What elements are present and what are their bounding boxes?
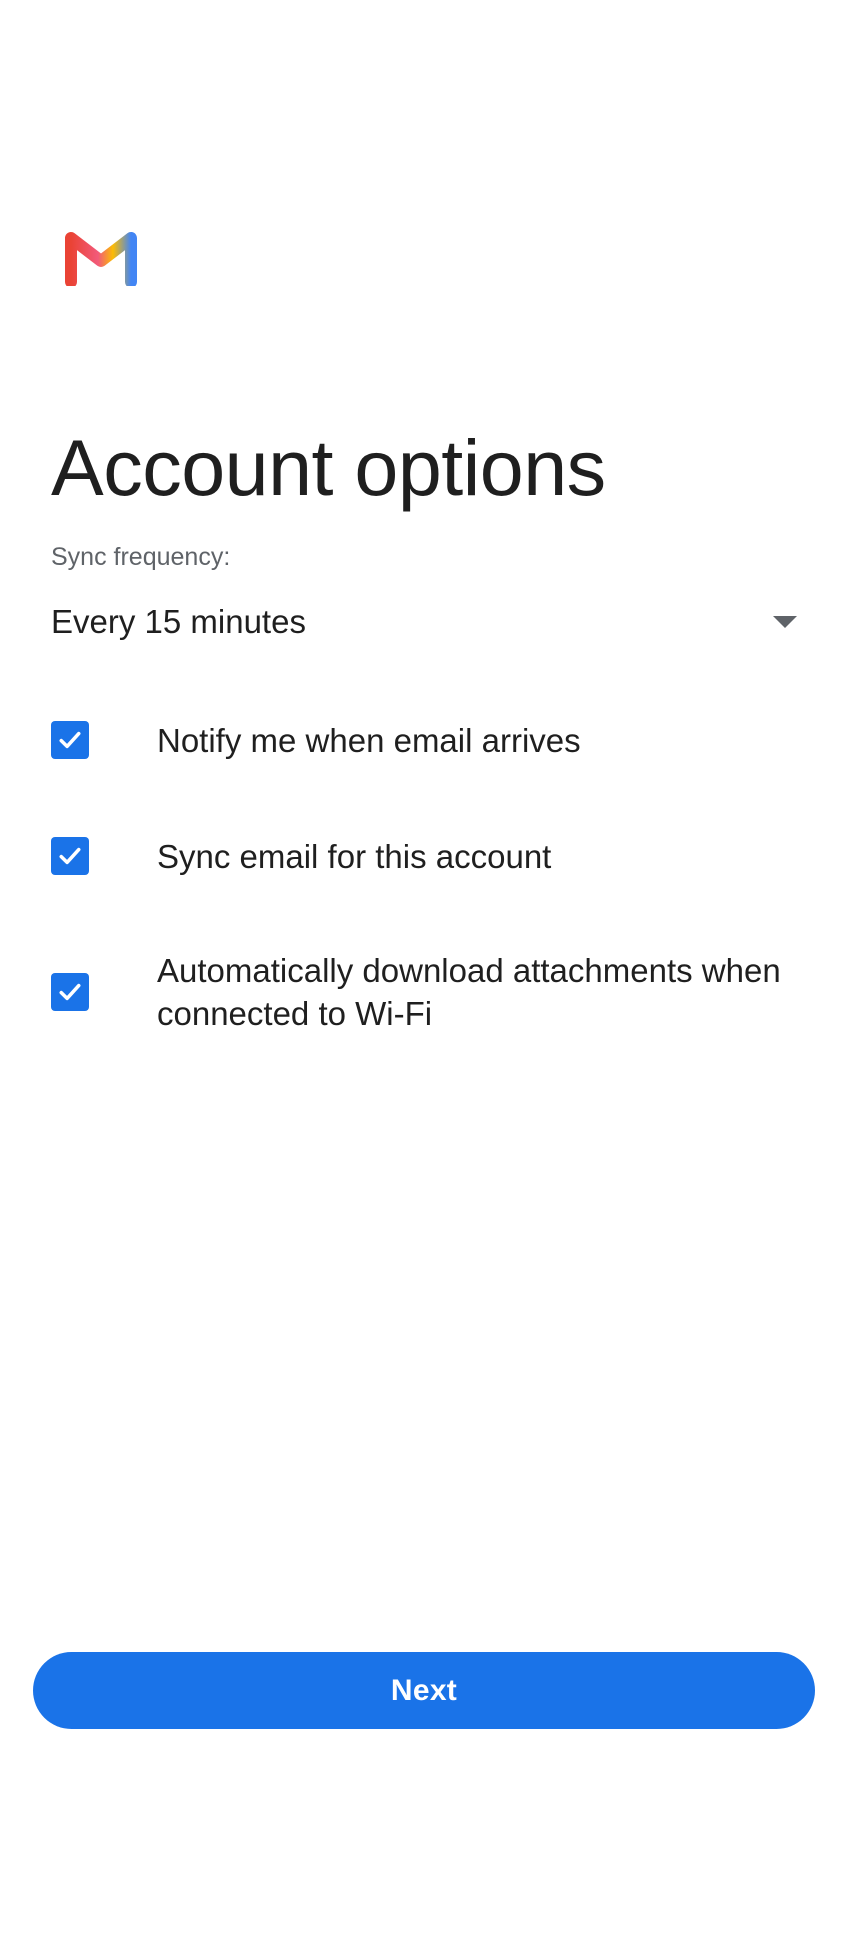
notify-option-label: Notify me when email arrives (157, 721, 581, 759)
sync-email-option-row[interactable]: Sync email for this account (51, 828, 831, 884)
sync-email-checkbox[interactable] (51, 837, 89, 875)
notify-checkbox[interactable] (51, 721, 89, 759)
page-title: Account options (51, 422, 606, 512)
sync-frequency-dropdown[interactable]: Every 15 minutes (51, 592, 811, 652)
gmail-logo-icon (65, 230, 137, 288)
sync-frequency-value: Every 15 minutes (51, 603, 306, 640)
auto-download-option-row[interactable]: Automatically download attachments when … (51, 944, 831, 1040)
checkmark-icon (59, 731, 81, 749)
checkmark-icon (59, 983, 81, 1001)
auto-download-checkbox[interactable] (51, 973, 89, 1011)
dropdown-arrow-icon (773, 616, 797, 628)
sync-email-option-label: Sync email for this account (157, 837, 552, 875)
next-button[interactable]: Next (33, 1652, 815, 1729)
checkmark-icon (59, 847, 81, 865)
auto-download-option-label: Automatically download attachments when … (157, 952, 781, 1032)
sync-frequency-label: Sync frequency: (51, 543, 231, 571)
notify-option-row[interactable]: Notify me when email arrives (51, 712, 831, 768)
